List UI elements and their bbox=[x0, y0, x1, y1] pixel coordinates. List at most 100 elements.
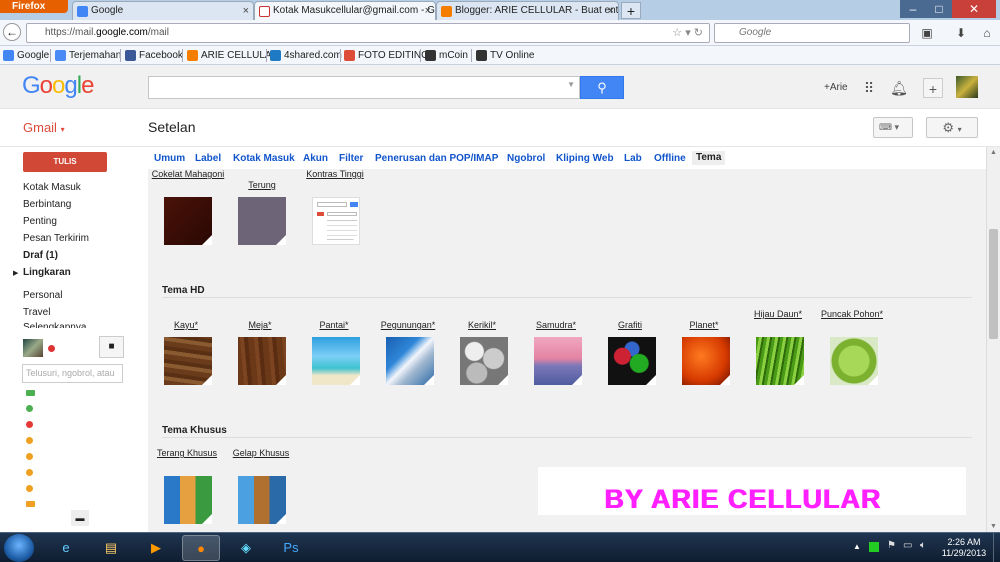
photoshop-icon[interactable]: Ps bbox=[272, 535, 310, 561]
theme-label[interactable]: Puncak Pohon* bbox=[802, 309, 902, 320]
close-tab-icon[interactable]: × bbox=[243, 2, 249, 20]
new-tab-button[interactable]: + bbox=[621, 2, 641, 19]
bookmark-foto-editing[interactable]: FOTO EDITING bbox=[344, 49, 429, 63]
theme-label[interactable]: Kontras Tinggi bbox=[285, 169, 385, 180]
nav-item-sent[interactable]: Pesan Terkirim bbox=[23, 233, 89, 244]
nav-item-starred[interactable]: Berbintang bbox=[23, 199, 71, 210]
windows-start-icon[interactable] bbox=[4, 534, 34, 562]
search-button[interactable]: ⚲ bbox=[580, 76, 624, 99]
app-taskbar-icon[interactable]: ◈ bbox=[227, 535, 265, 561]
browser-search-input[interactable]: Google bbox=[714, 23, 910, 43]
theme-label[interactable]: Cokelat Mahagoni bbox=[148, 169, 238, 180]
bookmark-facebook[interactable]: Facebook bbox=[125, 49, 183, 63]
compose-button[interactable]: TULIS bbox=[23, 152, 107, 172]
tab-offline[interactable]: Offline bbox=[654, 153, 686, 164]
notifications-bell-icon[interactable]: 🔔︎ bbox=[889, 78, 909, 98]
theme-thumbnail-kerikil[interactable] bbox=[460, 337, 508, 385]
theme-thumbnail-cokelat-mahagoni[interactable] bbox=[164, 197, 212, 245]
tab-akun[interactable]: Akun bbox=[303, 153, 328, 164]
tray-expand-icon[interactable]: ▲ bbox=[853, 542, 861, 551]
bookmark-tv-online[interactable]: TV Online bbox=[476, 49, 534, 63]
tab-label[interactable]: Label bbox=[195, 153, 221, 164]
theme-label[interactable]: Gelap Khusus bbox=[211, 448, 311, 459]
maximize-icon[interactable]: □ bbox=[926, 0, 952, 18]
tab-kliping-web[interactable]: Kliping Web bbox=[556, 153, 614, 164]
nav-item-personal[interactable]: Personal bbox=[23, 290, 62, 301]
input-tools-button[interactable]: ⌨ ▾ bbox=[873, 117, 913, 138]
internet-explorer-icon[interactable]: e bbox=[47, 535, 85, 561]
theme-thumbnail-pegunungan[interactable] bbox=[386, 337, 434, 385]
tab-kotak-masuk[interactable]: Kotak Masuk bbox=[233, 153, 295, 164]
theme-thumbnail-kayu[interactable] bbox=[164, 337, 212, 385]
tab-penerusan[interactable]: Penerusan dan POP/IMAP bbox=[375, 153, 498, 164]
close-window-icon[interactable]: ✕ bbox=[952, 0, 996, 18]
bookmarks-menu-icon[interactable]: ▣ bbox=[918, 24, 936, 42]
apps-grid-icon[interactable]: ⠿ bbox=[859, 78, 879, 98]
search-options-icon[interactable]: ▼ bbox=[567, 80, 575, 89]
bookmark-terjemahan[interactable]: Terjemahan bbox=[55, 49, 121, 63]
home-icon[interactable]: ⌂ bbox=[978, 24, 996, 42]
theme-thumbnail-grafiti[interactable] bbox=[608, 337, 656, 385]
nav-item-drafts[interactable]: Draf (1) bbox=[23, 250, 58, 261]
theme-thumbnail-planet[interactable] bbox=[682, 337, 730, 385]
page-scrollbar[interactable]: ▲ ▼ bbox=[986, 147, 1000, 532]
bookmark-4shared[interactable]: 4shared.com bbox=[270, 49, 342, 63]
reload-icon[interactable]: ↻ bbox=[694, 27, 703, 39]
theme-thumbnail-kontras-tinggi[interactable] bbox=[312, 197, 360, 245]
tab-google[interactable]: Google × bbox=[72, 1, 254, 20]
theme-thumbnail-terang-khusus[interactable] bbox=[164, 476, 212, 524]
download-icon[interactable]: ⬇ bbox=[952, 24, 970, 42]
network-icon[interactable]: ▭ bbox=[903, 540, 912, 551]
user-plus-link[interactable]: +Arie bbox=[824, 82, 848, 93]
firefox-taskbar-icon[interactable]: ● bbox=[182, 535, 220, 561]
bookmark-mcoin[interactable]: mCoin bbox=[425, 49, 468, 63]
google-logo[interactable]: Google bbox=[22, 72, 94, 100]
theme-thumbnail-terung[interactable] bbox=[238, 197, 286, 245]
tab-tema[interactable]: Tema bbox=[692, 151, 726, 165]
gmail-switcher[interactable]: Gmail ▾ bbox=[23, 120, 65, 135]
theme-thumbnail-gelap-khusus[interactable] bbox=[238, 476, 286, 524]
nav-item-circles[interactable]: Lingkaran bbox=[23, 267, 71, 278]
chat-user-avatar[interactable] bbox=[23, 339, 43, 357]
theme-thumbnail-meja[interactable] bbox=[238, 337, 286, 385]
share-plus-icon[interactable]: + bbox=[923, 78, 943, 98]
scrollbar-thumb[interactable] bbox=[989, 229, 998, 339]
nav-item-inbox[interactable]: Kotak Masuk bbox=[23, 182, 81, 193]
theme-label[interactable]: Terung bbox=[212, 180, 312, 191]
nav-item-travel[interactable]: Travel bbox=[23, 307, 50, 318]
tab-umum[interactable]: Umum bbox=[154, 153, 185, 164]
nav-item-important[interactable]: Penting bbox=[23, 216, 57, 227]
theme-thumbnail-puncak-pohon[interactable] bbox=[830, 337, 878, 385]
firefox-menu-button[interactable]: Firefox bbox=[0, 0, 68, 13]
bookmark-star-icon[interactable]: ☆ bbox=[672, 27, 682, 39]
chat-bubble-icon[interactable]: ▬ bbox=[71, 510, 89, 526]
nav-item-more[interactable]: Selengkapnya bbox=[23, 322, 86, 328]
volume-icon[interactable]: 🔈︎ bbox=[920, 540, 926, 551]
mail-search-input[interactable]: ▼ bbox=[148, 76, 580, 99]
media-player-icon[interactable]: ▶ bbox=[137, 535, 175, 561]
expand-arrow-icon[interactable]: ▶ bbox=[13, 269, 18, 277]
tab-lab[interactable]: Lab bbox=[624, 153, 642, 164]
chat-search-input[interactable]: Telusuri, ngobrol, atau bbox=[22, 364, 123, 383]
action-center-flag-icon[interactable]: ⚑ bbox=[887, 540, 896, 551]
theme-thumbnail-hijau-daun[interactable] bbox=[756, 337, 804, 385]
show-desktop-button[interactable] bbox=[993, 533, 1000, 562]
tab-gmail[interactable]: Kotak Masukcellular@gmail.com - G... × bbox=[254, 1, 436, 20]
status-busy-icon[interactable] bbox=[48, 345, 55, 352]
dropdown-icon[interactable]: ▾ bbox=[685, 27, 691, 39]
video-call-button[interactable]: ■ bbox=[99, 336, 124, 358]
tab-filter[interactable]: Filter bbox=[339, 153, 363, 164]
scroll-up-icon[interactable]: ▲ bbox=[990, 149, 997, 156]
theme-label[interactable]: Planet* bbox=[654, 320, 754, 331]
minimize-icon[interactable]: – bbox=[900, 0, 926, 18]
theme-thumbnail-pantai[interactable] bbox=[312, 337, 360, 385]
taskbar-clock[interactable]: 2:26 AM 11/29/2013 bbox=[938, 537, 990, 559]
close-tab-icon[interactable]: × bbox=[425, 2, 431, 20]
back-arrow-icon[interactable]: ← bbox=[3, 23, 21, 41]
bookmark-google[interactable]: Google bbox=[3, 49, 49, 63]
scroll-down-icon[interactable]: ▼ bbox=[990, 523, 997, 530]
close-tab-icon[interactable]: × bbox=[608, 2, 614, 20]
file-explorer-icon[interactable]: ▤ bbox=[92, 535, 130, 561]
address-bar[interactable]: https://mail.google.com/mail ☆ ▾ ↻ bbox=[26, 23, 710, 43]
avatar[interactable] bbox=[956, 76, 978, 98]
